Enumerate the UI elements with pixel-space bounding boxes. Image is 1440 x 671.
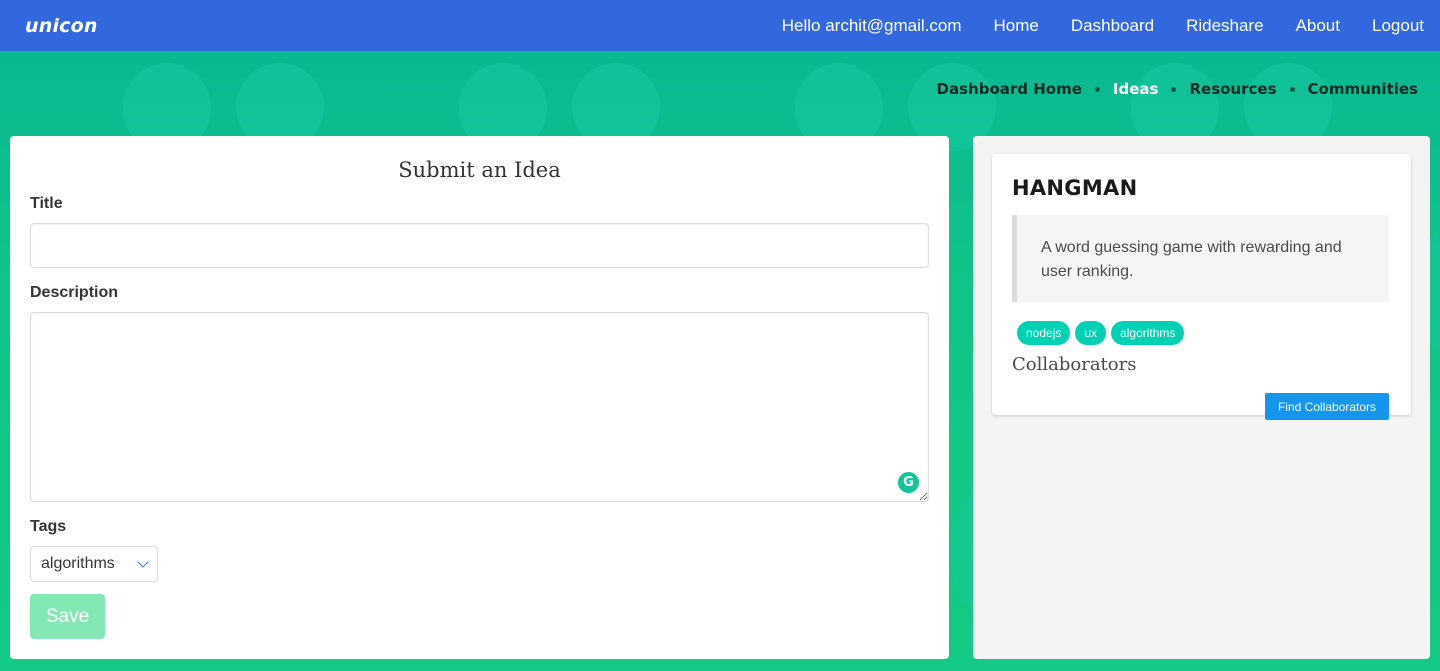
idea-title: HANGMAN (1012, 176, 1138, 200)
save-button[interactable]: Save (30, 594, 105, 639)
top-navbar: unicon Hello archit@gmail.com Home Dashb… (0, 0, 1440, 51)
subnav-item-communities[interactable]: Communities (1308, 80, 1419, 98)
idea-tags: nodejs ux algorithms (1017, 321, 1189, 345)
dashboard-subnav: Dashboard Home Ideas Resources Communiti… (937, 80, 1418, 98)
title-label: Title (30, 195, 63, 212)
submit-idea-form: Submit an Idea Title Description G Tags … (10, 136, 949, 659)
separator-dot (1171, 86, 1177, 92)
collaborators-heading: Collaborators (1012, 354, 1137, 375)
subnav-item-dashboard-home[interactable]: Dashboard Home (937, 80, 1082, 98)
nav-link-rideshare[interactable]: Rideshare (1186, 16, 1264, 36)
idea-card: HANGMAN A word guessing game with reward… (992, 154, 1411, 420)
title-input[interactable] (30, 223, 929, 268)
user-greeting: Hello archit@gmail.com (781, 15, 962, 35)
description-textarea[interactable] (30, 312, 929, 502)
ideas-panel: HANGMAN A word guessing game with reward… (973, 136, 1430, 659)
description-label: Description (30, 284, 119, 301)
nav-link-about[interactable]: About (1296, 16, 1340, 36)
tag-algorithms[interactable]: algorithms (1111, 321, 1185, 345)
nav-link-home[interactable]: Home (994, 16, 1039, 36)
chevron-down-icon (137, 556, 149, 568)
tag-nodejs[interactable]: nodejs (1017, 321, 1071, 345)
grammarly-icon[interactable]: G (898, 472, 919, 493)
find-collaborators-button[interactable]: Find Collaborators (1265, 393, 1389, 420)
form-heading: Submit an Idea (398, 158, 561, 182)
nav-link-dashboard[interactable]: Dashboard (1071, 16, 1154, 36)
brand-logo[interactable]: unicon (25, 15, 98, 37)
subnav-item-resources[interactable]: Resources (1189, 80, 1276, 98)
idea-description: A word guessing game with rewarding and … (1012, 215, 1389, 302)
nav-link-logout[interactable]: Logout (1372, 16, 1424, 36)
separator-dot (1289, 86, 1295, 92)
tags-select[interactable]: algorithms (30, 546, 158, 582)
tags-select-value: algorithms (41, 555, 115, 572)
tags-label: Tags (30, 518, 67, 535)
nav-links: Hello archit@gmail.com Home Dashboard Ri… (782, 16, 1424, 36)
separator-dot (1094, 86, 1100, 92)
tag-ux[interactable]: ux (1075, 321, 1107, 345)
subnav-item-ideas[interactable]: Ideas (1113, 80, 1159, 98)
